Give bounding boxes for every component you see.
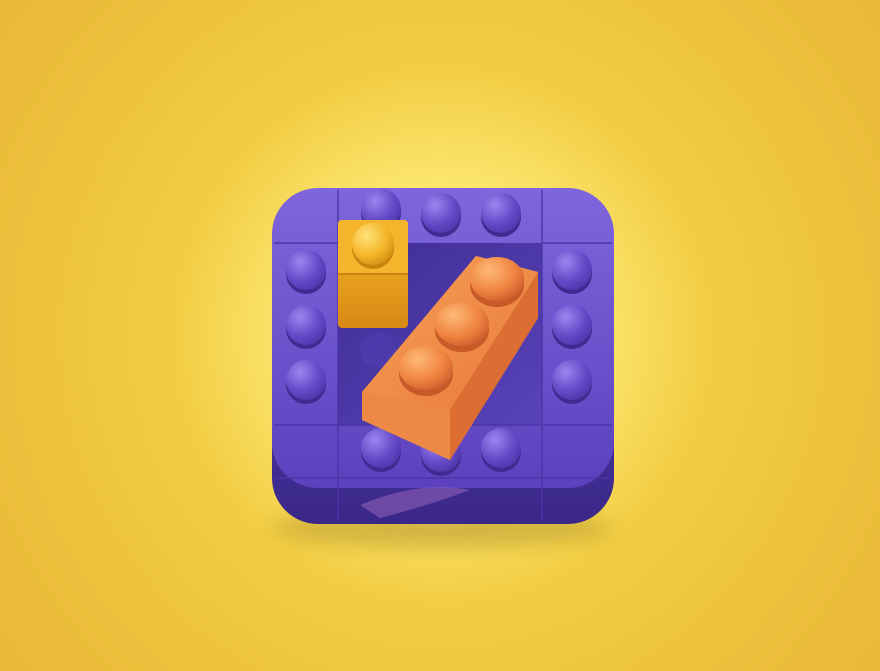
stud <box>470 257 524 307</box>
stud <box>286 360 326 404</box>
stud <box>552 250 592 294</box>
stud <box>552 305 592 349</box>
stud <box>435 302 489 352</box>
app-icon-scene <box>0 0 880 671</box>
lego-brick-puzzle-icon <box>272 188 614 546</box>
stud <box>399 346 453 396</box>
stud <box>481 428 521 472</box>
stud <box>286 250 326 294</box>
stud <box>481 193 521 237</box>
yellow-brick-stud <box>352 223 394 265</box>
stud <box>552 360 592 404</box>
stud <box>286 305 326 349</box>
stud <box>421 193 461 237</box>
small-yellow-brick <box>338 220 408 328</box>
